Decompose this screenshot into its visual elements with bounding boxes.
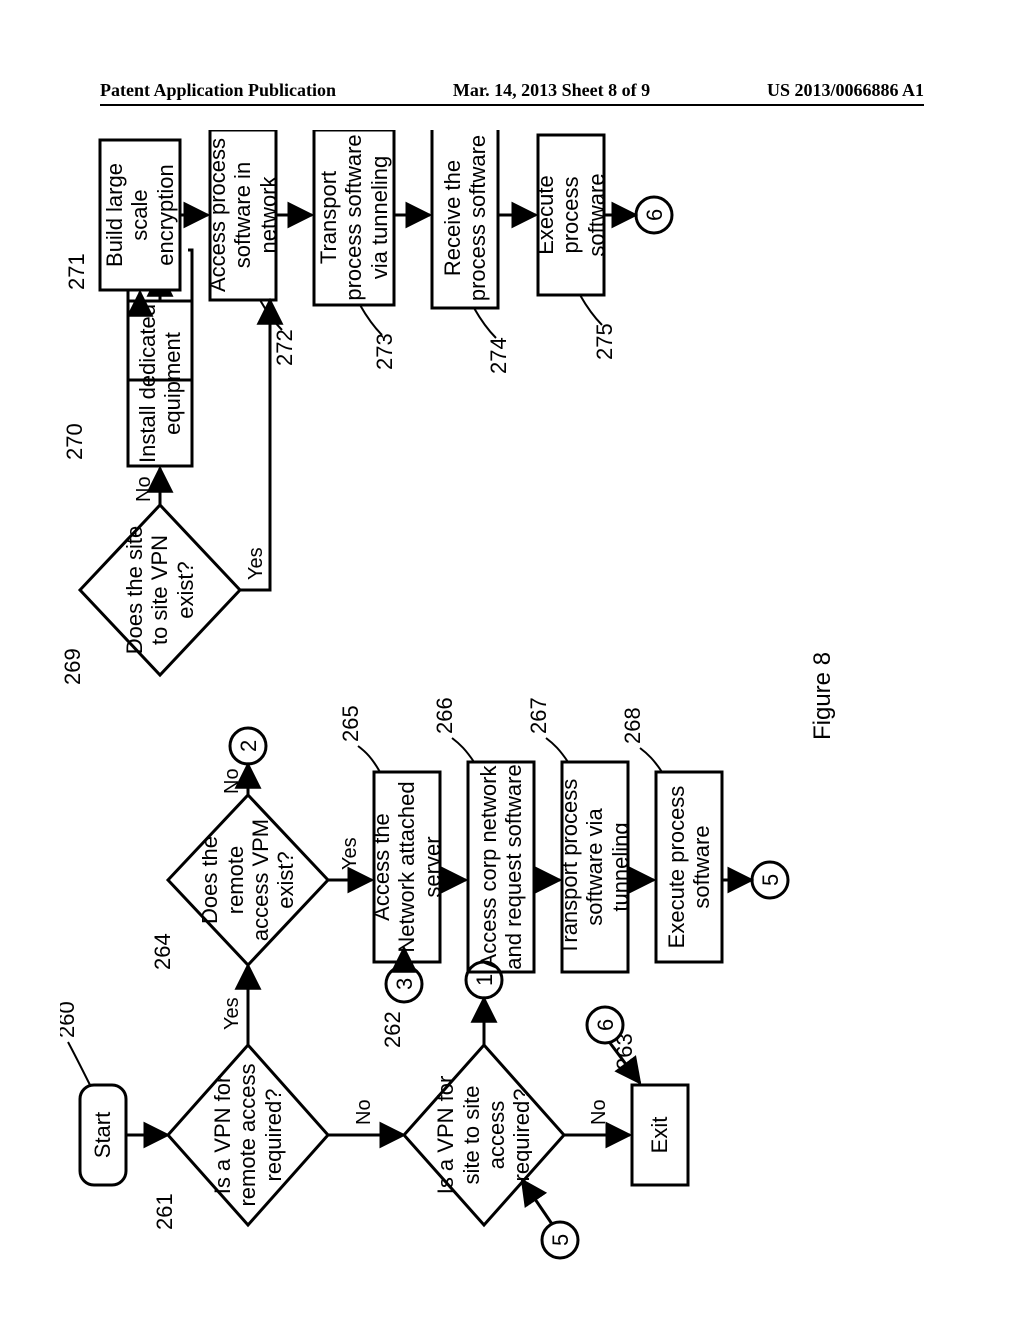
edge-269-no-label: No — [133, 476, 155, 502]
node-start: Start — [80, 1085, 126, 1185]
connector-5-out: 5 — [752, 862, 788, 898]
edge-264-no-label: No — [221, 768, 243, 794]
edge-269-yes-label: Yes — [245, 547, 267, 580]
flowchart-figure: Start 260 Is a VPN for remote access req… — [60, 130, 964, 1280]
d264-label: Does the remote access VPM exist? — [202, 810, 294, 950]
d261-label: Is a VPN for remote access required? — [200, 1060, 296, 1210]
d269-label: Does the site to site VPN exist? — [112, 520, 208, 660]
edge-261-no-label: No — [353, 1099, 375, 1125]
b271-label: Build large scale encryption — [100, 140, 180, 290]
b266-label: Access corp network and request software — [468, 762, 534, 972]
start-label: Start — [80, 1085, 126, 1185]
ref-262: 262 — [380, 1011, 405, 1048]
ref-271: 271 — [64, 253, 89, 290]
svg-text:1: 1 — [472, 974, 497, 986]
node-269: Does the site to site VPN exist? — [80, 505, 240, 675]
node-267: Transport process software via tunneling — [562, 762, 628, 972]
edge-264-yes-label: Yes — [339, 837, 361, 870]
edge-262-no-label: No — [588, 1099, 610, 1125]
b272-label: Access process software in network — [210, 130, 276, 300]
b270-label: Install dedicated equipment — [128, 301, 192, 466]
connector-6-out: 6 — [642, 209, 667, 221]
header-right: US 2013/0066886 A1 — [767, 80, 924, 101]
node-261: Is a VPN for remote access required? — [168, 1045, 328, 1225]
node-exit: Exit — [632, 1085, 688, 1185]
node-268: Execute process software — [656, 772, 722, 962]
header-left: Patent Application Publication — [100, 80, 336, 101]
svg-text:6: 6 — [593, 1019, 618, 1031]
d262-label: Is a VPN for site to site access require… — [436, 1060, 532, 1210]
ref-263: 263 — [612, 1033, 637, 1070]
ref-260: 260 — [60, 1001, 79, 1038]
ref-275: 275 — [592, 323, 617, 360]
b265-label: Access the Network attached server — [374, 772, 440, 962]
exit-label: Exit — [632, 1085, 688, 1185]
connector-2-out: 2 — [230, 728, 266, 764]
node-264: Does the remote access VPM exist? — [168, 795, 328, 965]
b267-label: Transport process software via tunneling — [562, 762, 628, 972]
svg-text:3: 3 — [392, 978, 417, 990]
ref-266: 266 — [432, 697, 457, 734]
ref-273: 273 — [372, 333, 397, 370]
header-center: Mar. 14, 2013 Sheet 8 of 9 — [453, 80, 650, 101]
ref-272: 272 — [272, 329, 297, 366]
node-270: Install dedicated equipment — [128, 301, 192, 466]
svg-text:2: 2 — [236, 740, 261, 752]
b268-label: Execute process software — [656, 772, 722, 962]
header-rule — [100, 104, 924, 106]
node-262: Is a VPN for site to site access require… — [404, 1045, 564, 1225]
figure-label: Figure 8 — [809, 652, 836, 740]
edge-269-272 — [240, 300, 270, 590]
svg-text:5: 5 — [758, 874, 783, 886]
connector-3-in: 3 — [386, 966, 422, 1002]
b275-label: Execute process software — [538, 135, 604, 295]
ref-264: 264 — [150, 933, 175, 970]
ref-268: 268 — [620, 707, 645, 744]
ref-274: 274 — [486, 337, 511, 374]
svg-text:5: 5 — [548, 1234, 573, 1246]
ref-261: 261 — [152, 1193, 177, 1230]
node-265: Access the Network attached server — [374, 772, 440, 962]
ref-270: 270 — [62, 423, 87, 460]
edge-261-yes-label: Yes — [221, 997, 243, 1030]
b274-label: Receive the process software — [432, 130, 498, 308]
b273-label: Transport process software via tunneling — [314, 130, 394, 305]
connector-5-in: 5 — [542, 1222, 578, 1258]
ref-269: 269 — [60, 648, 85, 685]
node-266: Access corp network and request software — [468, 762, 534, 972]
page-header: Patent Application Publication Mar. 14, … — [100, 80, 924, 101]
ref-267: 267 — [526, 697, 551, 734]
ref-265: 265 — [338, 705, 363, 742]
